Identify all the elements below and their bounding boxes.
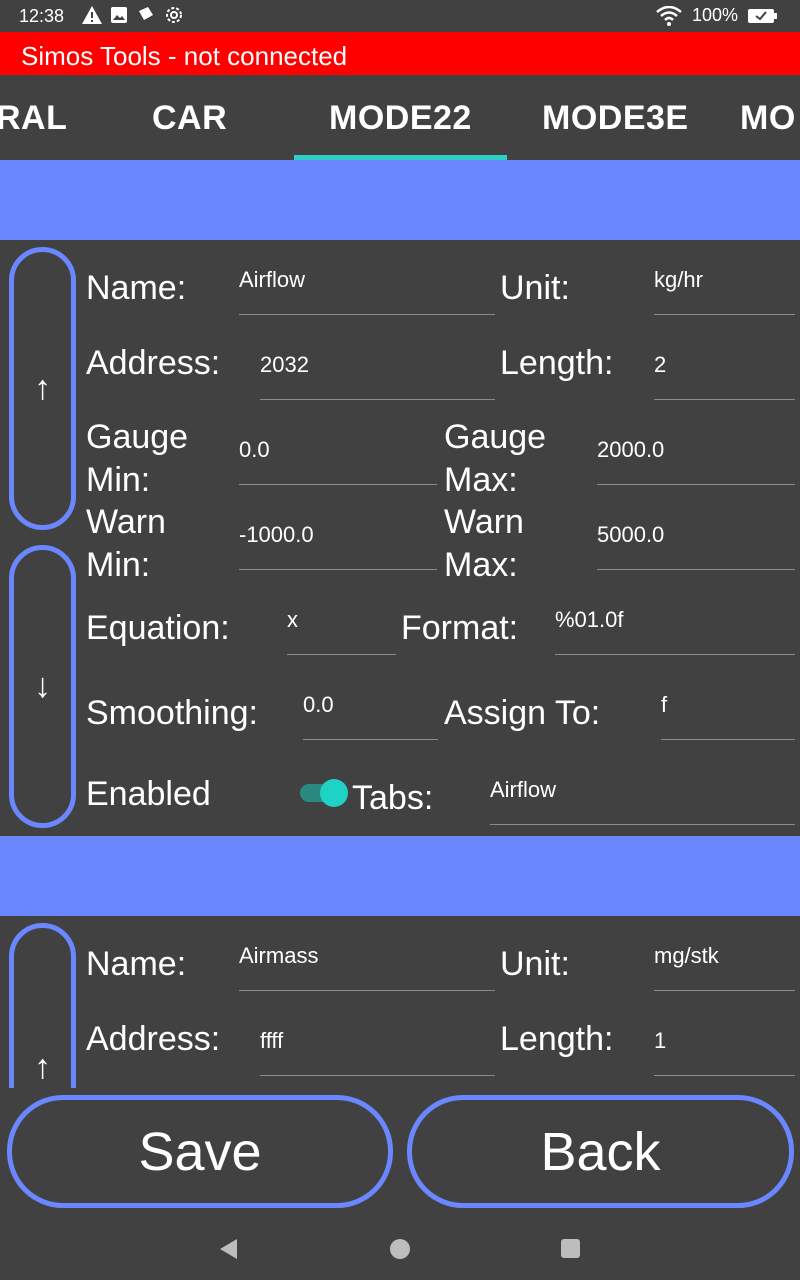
address-label: Address: (86, 344, 221, 382)
unit-field[interactable]: kg/hr (654, 245, 795, 315)
gauge-max-label-line1: Gauge (444, 418, 547, 456)
warn-min-label-line1: Warn (86, 503, 166, 541)
gauge-min-field[interactable]: 0.0 (239, 415, 437, 485)
unit-label: Unit: (500, 269, 570, 307)
warn-max-field[interactable]: 5000.0 (597, 500, 795, 570)
name-label: Name: (86, 269, 187, 307)
battery-icon (748, 8, 777, 23)
format-field[interactable]: %01.0f (555, 585, 795, 655)
tabs-field[interactable]: Airflow (490, 755, 795, 825)
address-label: Address: (86, 1020, 221, 1058)
address-field[interactable]: 2032 (260, 330, 495, 400)
tab-mode22[interactable]: MODE22 (329, 99, 472, 138)
gauge-min-label-line1: Gauge (86, 418, 189, 456)
name-label: Name: (86, 945, 187, 983)
system-nav-bar (0, 1216, 800, 1280)
enabled-switch[interactable] (300, 779, 350, 807)
name-field[interactable]: Airmass (239, 921, 495, 991)
back-button[interactable]: Back (407, 1095, 794, 1208)
wifi-icon (656, 5, 682, 26)
unit-field[interactable]: mg/stk (654, 921, 795, 991)
nav-back-icon[interactable] (220, 1239, 237, 1259)
equation-field[interactable]: x (287, 585, 396, 655)
tab-mode3e[interactable]: MODE3E (542, 99, 689, 138)
smoothing-field[interactable]: 0.0 (303, 670, 438, 740)
move-down-button[interactable]: ↓ (9, 545, 76, 828)
move-up-button[interactable]: ↑ (9, 247, 76, 530)
name-field[interactable]: Airflow (239, 245, 495, 315)
tab-mode-more[interactable]: MO (740, 99, 796, 138)
equation-label: Equation: (86, 609, 230, 647)
tab-car[interactable]: CAR (152, 99, 227, 138)
warn-min-field[interactable]: -1000.0 (239, 500, 437, 570)
image-icon (111, 7, 127, 23)
battery-percent: 100% (691, 5, 738, 25)
format-label: Format: (401, 609, 519, 647)
length-label: Length: (500, 1020, 614, 1058)
smoothing-label: Smoothing: (86, 694, 258, 732)
back-button-label: Back (540, 1121, 661, 1182)
pid-list[interactable]: ↑ ↓ Name: Airflow Unit: kg/hr Address: 2… (0, 160, 800, 1088)
pid-separator (0, 160, 800, 240)
settings-icon (166, 7, 182, 23)
assign-to-field[interactable]: f (661, 670, 795, 740)
up-arrow-icon: ↑ (34, 369, 51, 407)
down-arrow-icon: ↓ (34, 667, 51, 705)
warn-min-label-line2: Min: (86, 546, 151, 584)
gauge-max-field[interactable]: 2000.0 (597, 415, 795, 485)
assign-to-label: Assign To: (444, 694, 601, 732)
warning-icon (82, 6, 102, 24)
status-time: 12:38 (19, 6, 65, 26)
length-field[interactable]: 2 (654, 330, 795, 400)
pid-separator (0, 836, 800, 916)
gauge-max-label-line2: Max: (444, 461, 518, 499)
enabled-label: Enabled (86, 775, 211, 813)
save-button-label: Save (138, 1121, 262, 1182)
nav-recents-icon[interactable] (561, 1239, 580, 1258)
warn-max-label-line2: Max: (444, 546, 518, 584)
tab-bar: RAL CAR MODE22 MODE3E MO (0, 75, 800, 160)
unit-label: Unit: (500, 945, 570, 983)
length-field[interactable]: 1 (654, 1006, 795, 1076)
connection-status-text: Simos Tools - not connected (21, 41, 348, 71)
gauge-min-label-line2: Min: (86, 461, 151, 499)
connection-status-bar: Simos Tools - not connected (0, 32, 800, 75)
tabs-label: Tabs: (352, 779, 434, 817)
switch-knob (320, 779, 348, 807)
length-label: Length: (500, 344, 614, 382)
warn-max-label-line1: Warn (444, 503, 524, 541)
up-arrow-icon: ↑ (34, 1048, 51, 1086)
move-up-button[interactable]: ↑ (9, 923, 76, 1088)
save-button[interactable]: Save (7, 1095, 393, 1208)
tab-general[interactable]: RAL (0, 99, 67, 138)
nav-home-icon[interactable] (390, 1239, 410, 1259)
dropbox-icon (139, 7, 153, 20)
status-bar: 12:38 100% (0, 0, 800, 32)
address-field[interactable]: ffff (260, 1006, 495, 1076)
